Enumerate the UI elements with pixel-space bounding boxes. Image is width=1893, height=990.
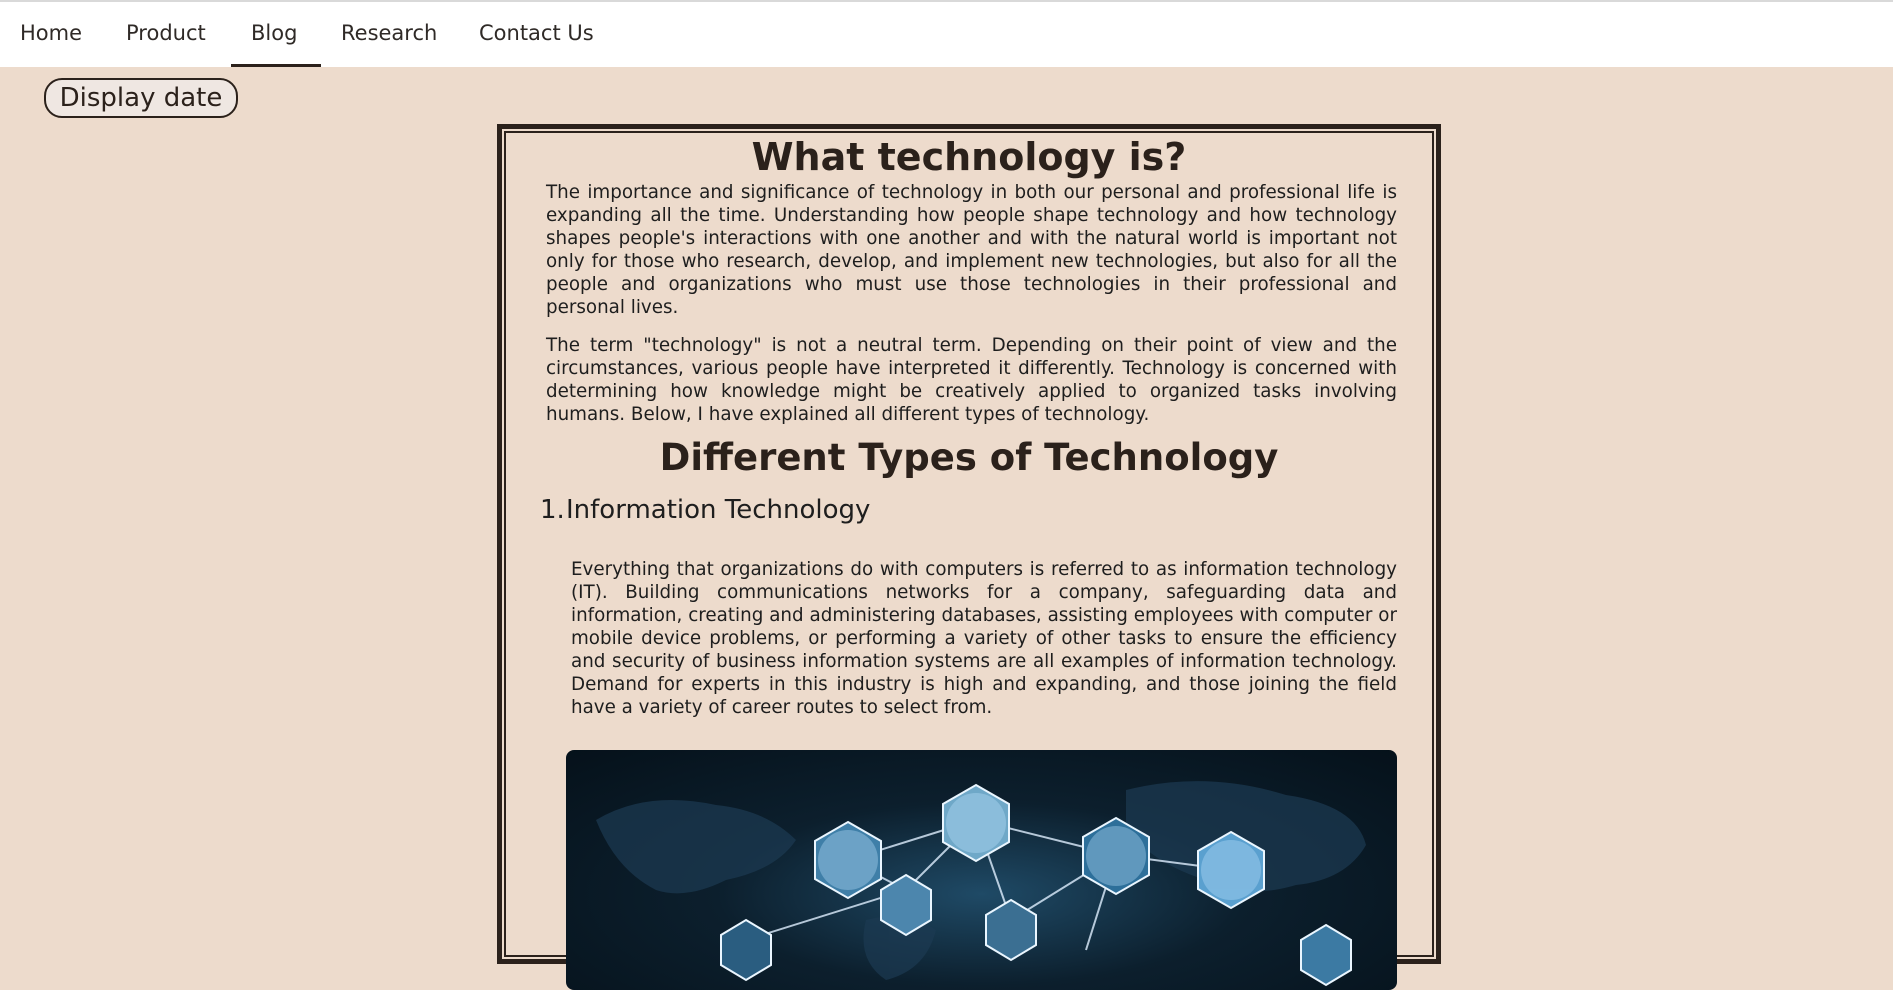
hex-node-left	[720, 918, 772, 982]
information-technology-image	[566, 750, 1397, 990]
list-item-title: Information Technology	[566, 495, 871, 525]
list-item-description: Everything that organizations do with co…	[571, 559, 1397, 718]
top-navigation: Home Product Blog Research Contact Us	[0, 2, 1893, 67]
hex-node-right-bottom	[1300, 923, 1352, 987]
section-title: Different Types of Technology	[659, 436, 1279, 479]
article-card: What technology is? The importance and s…	[497, 124, 1441, 990]
network-illustration	[596, 781, 1366, 987]
nav-blog[interactable]: Blog	[231, 2, 321, 67]
list-item-number: 1.	[540, 495, 565, 525]
nav-product[interactable]: Product	[106, 2, 231, 67]
nav-home[interactable]: Home	[0, 2, 106, 67]
display-date-button[interactable]: Display date	[44, 78, 238, 118]
definition-paragraph: The term "technology" is not a neutral t…	[546, 335, 1397, 425]
nav-research[interactable]: Research	[321, 2, 459, 67]
intro-paragraph: The importance and significance of techn…	[546, 182, 1397, 318]
nav-contact-us[interactable]: Contact Us	[459, 2, 619, 67]
article-title: What technology is?	[751, 135, 1187, 179]
